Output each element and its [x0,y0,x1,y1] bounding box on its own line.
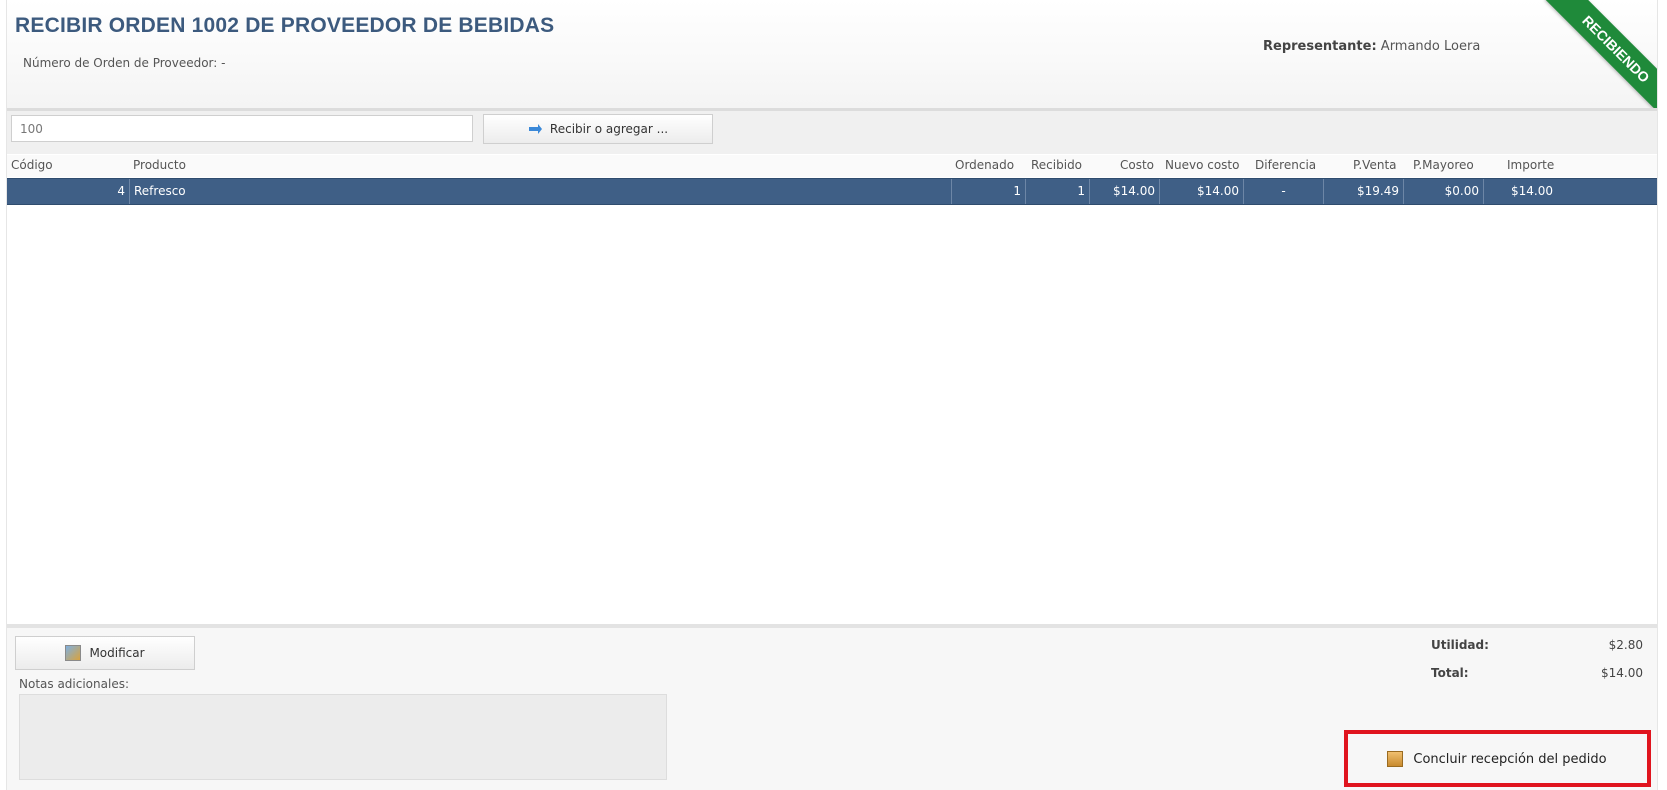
box-icon [1387,751,1404,767]
pencil-icon [65,645,82,661]
modify-button[interactable]: Modificar [15,636,195,670]
utility-value: $2.80 [1608,638,1643,652]
window: RECIBIR ORDEN 1002 DE PROVEEDOR DE BEBID… [6,0,1658,790]
page-title: RECIBIR ORDEN 1002 DE PROVEEDOR DE BEBID… [15,14,555,37]
cell-p-venta: $19.49 [1323,179,1403,204]
supplier-order-number: Número de Orden de Proveedor: - [23,56,226,70]
col-nuevo-costo[interactable]: Nuevo costo [1165,158,1239,172]
total-row: Total: $14.00 [1423,666,1643,694]
cell-importe: $14.00 [1483,179,1557,204]
col-codigo[interactable]: Código [11,158,53,172]
product-search-input[interactable]: 100 [11,115,473,142]
cell-ordenado: 1 [951,179,1025,204]
utility-label: Utilidad: [1431,638,1489,652]
header: RECIBIR ORDEN 1002 DE PROVEEDOR DE BEBID… [7,0,1657,111]
arrow-icon [528,124,542,134]
cell-costo: $14.00 [1089,179,1159,204]
col-producto[interactable]: Producto [133,158,186,172]
conclude-reception-button[interactable]: Concluir recepción del pedido [1352,739,1642,779]
total-label: Total: [1431,666,1469,680]
totals: Utilidad: $2.80 Total: $14.00 [1423,638,1643,694]
representative-label: Representante: [1263,39,1377,54]
col-p-mayoreo[interactable]: P.Mayoreo [1413,158,1474,172]
receive-button-label: Recibir o agregar ... [549,122,669,136]
cell-diferencia: - [1243,179,1323,204]
status-ribbon: RECIBIENDO [1545,0,1657,108]
cell-producto: Refresco [129,179,951,204]
col-diferencia[interactable]: Diferencia [1255,158,1316,172]
utility-row: Utilidad: $2.80 [1423,638,1643,666]
cell-recibido: 1 [1025,179,1089,204]
toolbar: 100 Recibir o agregar ... [7,111,1657,154]
notes-label: Notas adicionales: [19,677,129,691]
conclude-button-label: Concluir recepción del pedido [1413,751,1607,767]
col-costo[interactable]: Costo [1120,158,1154,172]
notes-textarea[interactable] [19,694,667,780]
cell-codigo: 4 [117,184,125,198]
status-ribbon-container: RECIBIENDO [1537,0,1657,108]
table-header: Código Producto Ordenado Recibido Costo … [7,155,1657,177]
table-row[interactable]: 4 Refresco 1 1 $14.00 $14.00 - $19.49 $0… [7,178,1657,205]
total-value: $14.00 [1601,666,1643,680]
representative: Representante: Armando Loera [1263,39,1480,54]
receive-or-add-button[interactable]: Recibir o agregar ... [483,114,713,144]
modify-button-label: Modificar [89,646,145,660]
col-p-venta[interactable]: P.Venta [1353,158,1397,172]
col-ordenado[interactable]: Ordenado [955,158,1014,172]
col-importe[interactable]: Importe [1507,158,1554,172]
representative-value: Armando Loera [1380,39,1481,54]
cell-p-mayoreo: $0.00 [1403,179,1483,204]
cell-nuevo-costo: $14.00 [1159,179,1243,204]
col-recibido[interactable]: Recibido [1031,158,1082,172]
